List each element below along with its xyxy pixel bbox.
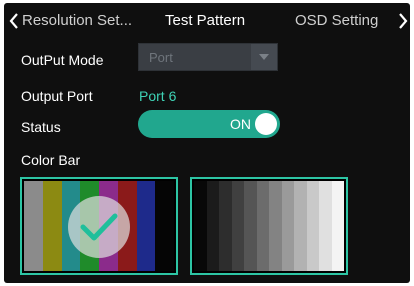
chevron-down-icon[interactable] — [251, 44, 277, 70]
test-pattern-panel: Resolution Set... Test Pattern OSD Setti… — [4, 3, 410, 283]
grayscale-stripe-5 — [244, 181, 257, 271]
grayscale-stripe-2 — [206, 181, 219, 271]
status-label: Status — [21, 119, 61, 135]
grayscale-stripe-10 — [306, 181, 319, 271]
output-mode-value: Port — [149, 50, 173, 65]
color-bar-stripe-1 — [24, 181, 43, 271]
grayscale-stripe-11 — [319, 181, 332, 271]
output-mode-dropdown[interactable]: Port — [138, 43, 278, 71]
grayscale-stripe-4 — [231, 181, 244, 271]
grayscale-bars — [194, 181, 344, 271]
tab-test-pattern[interactable]: Test Pattern — [165, 11, 245, 31]
tab-bar: Resolution Set... Test Pattern OSD Setti… — [4, 3, 410, 39]
color-bar-pattern-option[interactable] — [20, 177, 178, 275]
grayscale-stripe-1 — [194, 181, 207, 271]
chevron-right-icon[interactable] — [396, 10, 410, 32]
grayscale-stripe-3 — [219, 181, 232, 271]
grayscale-stripe-6 — [256, 181, 269, 271]
checkmark-icon — [68, 196, 130, 258]
grayscale-stripe-8 — [281, 181, 294, 271]
status-toggle[interactable]: ON — [138, 110, 280, 138]
output-port-value: Port 6 — [139, 88, 177, 104]
grayscale-pattern-option[interactable] — [190, 177, 348, 275]
color-bar-label: Color Bar — [21, 152, 81, 168]
tab-resolution-setting[interactable]: Resolution Set... — [22, 11, 132, 31]
output-mode-label: OutPut Mode — [21, 52, 104, 68]
chevron-left-icon[interactable] — [7, 10, 21, 32]
status-toggle-text: ON — [230, 116, 251, 132]
color-bar-stripe-2 — [42, 181, 62, 271]
color-bar-stripe-8 — [155, 181, 174, 271]
color-bar-stripe-7 — [136, 181, 156, 271]
toggle-knob — [255, 113, 277, 135]
tab-osd-setting[interactable]: OSD Setting — [295, 11, 378, 31]
grayscale-stripe-9 — [294, 181, 307, 271]
output-port-label: Output Port — [21, 88, 93, 104]
grayscale-stripe-7 — [269, 181, 282, 271]
grayscale-stripe-12 — [331, 181, 344, 271]
